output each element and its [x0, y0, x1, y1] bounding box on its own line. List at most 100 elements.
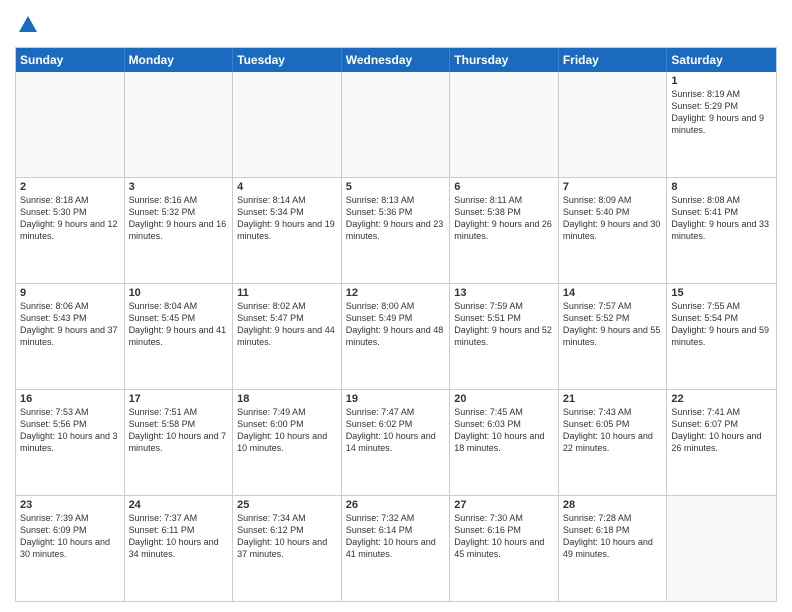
calendar-cell: [450, 72, 559, 177]
day-info: Sunrise: 7:51 AMSunset: 5:58 PMDaylight:…: [129, 406, 229, 455]
calendar-cell: 8Sunrise: 8:08 AMSunset: 5:41 PMDaylight…: [667, 178, 776, 283]
weekday-header: Thursday: [450, 48, 559, 72]
day-number: 25: [237, 499, 337, 511]
calendar-row: 1Sunrise: 8:19 AMSunset: 5:29 PMDaylight…: [16, 72, 776, 178]
calendar-cell: 18Sunrise: 7:49 AMSunset: 6:00 PMDayligh…: [233, 390, 342, 495]
calendar-cell: 23Sunrise: 7:39 AMSunset: 6:09 PMDayligh…: [16, 496, 125, 601]
weekday-header: Saturday: [667, 48, 776, 72]
day-number: 18: [237, 393, 337, 405]
calendar-cell: [125, 72, 234, 177]
calendar-cell: [342, 72, 451, 177]
calendar-cell: [233, 72, 342, 177]
calendar-cell: 19Sunrise: 7:47 AMSunset: 6:02 PMDayligh…: [342, 390, 451, 495]
weekday-header: Tuesday: [233, 48, 342, 72]
day-info: Sunrise: 8:19 AMSunset: 5:29 PMDaylight:…: [671, 88, 772, 137]
weekday-header: Wednesday: [342, 48, 451, 72]
day-number: 8: [671, 181, 772, 193]
day-number: 23: [20, 499, 120, 511]
day-info: Sunrise: 7:34 AMSunset: 6:12 PMDaylight:…: [237, 512, 337, 561]
calendar-cell: 2Sunrise: 8:18 AMSunset: 5:30 PMDaylight…: [16, 178, 125, 283]
day-info: Sunrise: 8:02 AMSunset: 5:47 PMDaylight:…: [237, 300, 337, 349]
calendar-row: 2Sunrise: 8:18 AMSunset: 5:30 PMDaylight…: [16, 178, 776, 284]
day-number: 27: [454, 499, 554, 511]
calendar-cell: 26Sunrise: 7:32 AMSunset: 6:14 PMDayligh…: [342, 496, 451, 601]
day-info: Sunrise: 8:14 AMSunset: 5:34 PMDaylight:…: [237, 194, 337, 243]
weekday-header: Friday: [559, 48, 668, 72]
calendar-cell: 25Sunrise: 7:34 AMSunset: 6:12 PMDayligh…: [233, 496, 342, 601]
calendar-cell: 7Sunrise: 8:09 AMSunset: 5:40 PMDaylight…: [559, 178, 668, 283]
day-number: 13: [454, 287, 554, 299]
day-number: 11: [237, 287, 337, 299]
weekday-header: Monday: [125, 48, 234, 72]
calendar-cell: 28Sunrise: 7:28 AMSunset: 6:18 PMDayligh…: [559, 496, 668, 601]
calendar-cell: 17Sunrise: 7:51 AMSunset: 5:58 PMDayligh…: [125, 390, 234, 495]
day-number: 19: [346, 393, 446, 405]
day-number: 10: [129, 287, 229, 299]
day-info: Sunrise: 8:00 AMSunset: 5:49 PMDaylight:…: [346, 300, 446, 349]
day-info: Sunrise: 8:08 AMSunset: 5:41 PMDaylight:…: [671, 194, 772, 243]
day-number: 5: [346, 181, 446, 193]
logo-icon: [17, 14, 39, 36]
day-number: 12: [346, 287, 446, 299]
day-info: Sunrise: 7:30 AMSunset: 6:16 PMDaylight:…: [454, 512, 554, 561]
day-info: Sunrise: 8:06 AMSunset: 5:43 PMDaylight:…: [20, 300, 120, 349]
day-info: Sunrise: 7:55 AMSunset: 5:54 PMDaylight:…: [671, 300, 772, 349]
calendar-row: 9Sunrise: 8:06 AMSunset: 5:43 PMDaylight…: [16, 284, 776, 390]
calendar-cell: [16, 72, 125, 177]
calendar-cell: 15Sunrise: 7:55 AMSunset: 5:54 PMDayligh…: [667, 284, 776, 389]
day-info: Sunrise: 7:43 AMSunset: 6:05 PMDaylight:…: [563, 406, 663, 455]
calendar-cell: 12Sunrise: 8:00 AMSunset: 5:49 PMDayligh…: [342, 284, 451, 389]
calendar-cell: 24Sunrise: 7:37 AMSunset: 6:11 PMDayligh…: [125, 496, 234, 601]
day-info: Sunrise: 7:45 AMSunset: 6:03 PMDaylight:…: [454, 406, 554, 455]
day-info: Sunrise: 7:32 AMSunset: 6:14 PMDaylight:…: [346, 512, 446, 561]
calendar-cell: 9Sunrise: 8:06 AMSunset: 5:43 PMDaylight…: [16, 284, 125, 389]
day-number: 7: [563, 181, 663, 193]
calendar-cell: 20Sunrise: 7:45 AMSunset: 6:03 PMDayligh…: [450, 390, 559, 495]
day-number: 6: [454, 181, 554, 193]
calendar-cell: 27Sunrise: 7:30 AMSunset: 6:16 PMDayligh…: [450, 496, 559, 601]
day-info: Sunrise: 8:11 AMSunset: 5:38 PMDaylight:…: [454, 194, 554, 243]
day-info: Sunrise: 7:49 AMSunset: 6:00 PMDaylight:…: [237, 406, 337, 455]
day-info: Sunrise: 7:47 AMSunset: 6:02 PMDaylight:…: [346, 406, 446, 455]
day-number: 17: [129, 393, 229, 405]
day-info: Sunrise: 8:04 AMSunset: 5:45 PMDaylight:…: [129, 300, 229, 349]
logo-text: [15, 14, 39, 41]
logo: [15, 14, 39, 41]
day-number: 15: [671, 287, 772, 299]
calendar-row: 23Sunrise: 7:39 AMSunset: 6:09 PMDayligh…: [16, 496, 776, 601]
calendar-cell: 14Sunrise: 7:57 AMSunset: 5:52 PMDayligh…: [559, 284, 668, 389]
day-info: Sunrise: 7:28 AMSunset: 6:18 PMDaylight:…: [563, 512, 663, 561]
calendar-cell: 10Sunrise: 8:04 AMSunset: 5:45 PMDayligh…: [125, 284, 234, 389]
day-info: Sunrise: 8:16 AMSunset: 5:32 PMDaylight:…: [129, 194, 229, 243]
day-number: 9: [20, 287, 120, 299]
calendar-cell: 21Sunrise: 7:43 AMSunset: 6:05 PMDayligh…: [559, 390, 668, 495]
day-number: 28: [563, 499, 663, 511]
weekday-header: Sunday: [16, 48, 125, 72]
day-info: Sunrise: 7:41 AMSunset: 6:07 PMDaylight:…: [671, 406, 772, 455]
day-info: Sunrise: 7:59 AMSunset: 5:51 PMDaylight:…: [454, 300, 554, 349]
day-info: Sunrise: 8:13 AMSunset: 5:36 PMDaylight:…: [346, 194, 446, 243]
day-number: 14: [563, 287, 663, 299]
day-number: 2: [20, 181, 120, 193]
day-number: 3: [129, 181, 229, 193]
page: SundayMondayTuesdayWednesdayThursdayFrid…: [0, 0, 792, 612]
day-info: Sunrise: 8:09 AMSunset: 5:40 PMDaylight:…: [563, 194, 663, 243]
calendar-cell: 3Sunrise: 8:16 AMSunset: 5:32 PMDaylight…: [125, 178, 234, 283]
calendar-cell: 6Sunrise: 8:11 AMSunset: 5:38 PMDaylight…: [450, 178, 559, 283]
calendar-cell: [559, 72, 668, 177]
calendar-cell: 5Sunrise: 8:13 AMSunset: 5:36 PMDaylight…: [342, 178, 451, 283]
calendar-cell: 1Sunrise: 8:19 AMSunset: 5:29 PMDaylight…: [667, 72, 776, 177]
day-number: 24: [129, 499, 229, 511]
day-info: Sunrise: 7:39 AMSunset: 6:09 PMDaylight:…: [20, 512, 120, 561]
calendar-cell: 11Sunrise: 8:02 AMSunset: 5:47 PMDayligh…: [233, 284, 342, 389]
day-info: Sunrise: 7:37 AMSunset: 6:11 PMDaylight:…: [129, 512, 229, 561]
calendar-cell: 16Sunrise: 7:53 AMSunset: 5:56 PMDayligh…: [16, 390, 125, 495]
calendar-row: 16Sunrise: 7:53 AMSunset: 5:56 PMDayligh…: [16, 390, 776, 496]
day-info: Sunrise: 8:18 AMSunset: 5:30 PMDaylight:…: [20, 194, 120, 243]
day-number: 1: [671, 75, 772, 87]
day-number: 16: [20, 393, 120, 405]
calendar-header: SundayMondayTuesdayWednesdayThursdayFrid…: [16, 48, 776, 72]
calendar-body: 1Sunrise: 8:19 AMSunset: 5:29 PMDaylight…: [16, 72, 776, 601]
day-number: 21: [563, 393, 663, 405]
day-number: 20: [454, 393, 554, 405]
